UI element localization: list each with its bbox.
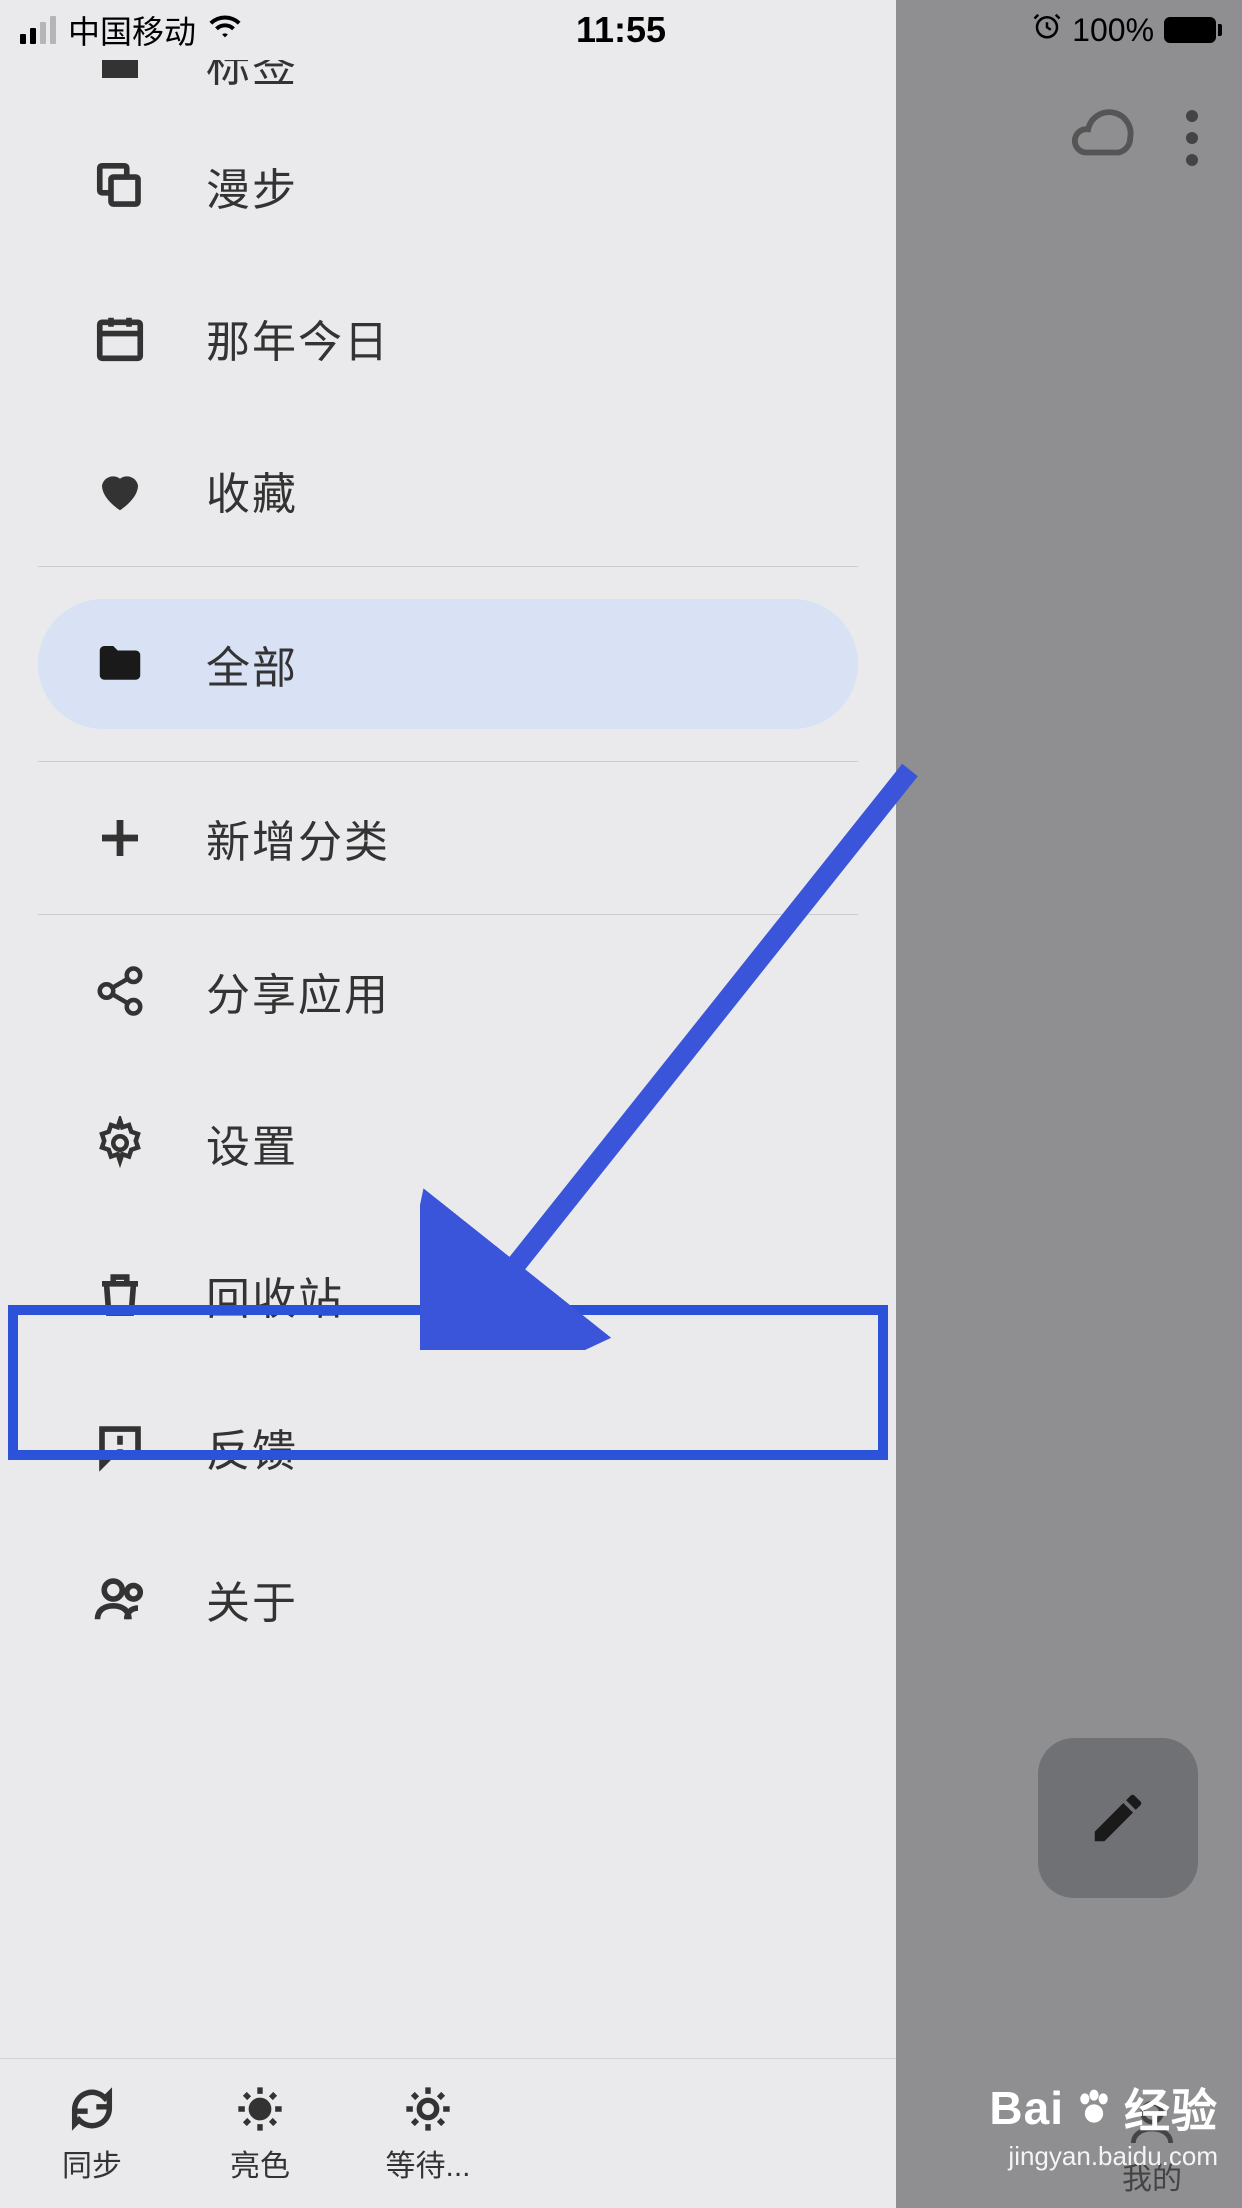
menu-label: 反馈 [206, 1415, 298, 1479]
menu-label: 新增分类 [206, 806, 390, 870]
dimmed-overlay[interactable]: 我的 [896, 0, 1242, 2208]
menu-label: 收藏 [206, 458, 298, 522]
menu-label: 那年今日 [206, 306, 390, 370]
bottom-sync[interactable]: 同步 [32, 2083, 152, 2185]
signal-icon [20, 16, 56, 44]
carrier-label: 中国移动 [68, 7, 196, 53]
menu-label: 分享应用 [206, 959, 390, 1023]
menu-item-that-year[interactable]: 那年今日 [0, 262, 896, 414]
watermark-brand: Bai [989, 2081, 1064, 2135]
alarm-icon [1032, 11, 1062, 49]
menu-item-tags[interactable]: 标签 [0, 60, 896, 110]
about-icon [90, 1569, 150, 1629]
menu-label: 回收站 [206, 1263, 344, 1327]
status-bar: 中国移动 11:55 100% [0, 0, 1242, 60]
drawer-content: 标签 漫步 那年今日 收藏 [0, 60, 896, 2058]
cloud-icon[interactable] [1066, 100, 1136, 175]
wander-icon [90, 156, 150, 216]
folder-label: 全部 [206, 632, 298, 696]
heart-icon [90, 460, 150, 520]
battery-percent: 100% [1072, 12, 1154, 49]
plus-icon [90, 808, 150, 868]
tag-icon [90, 60, 150, 90]
bottom-label: 亮色 [230, 2141, 290, 2185]
folder-section: 全部 [0, 567, 896, 761]
watermark-suffix: 经验 [1124, 2075, 1218, 2141]
drawer-bottom-bar: 同步 亮色 等待... [0, 2058, 896, 2208]
screen-root: 我的 标签 漫步 那年今日 [0, 0, 1242, 2208]
menu-item-share[interactable]: 分享应用 [0, 915, 896, 1067]
folder-all[interactable]: 全部 [38, 599, 858, 729]
menu-item-settings[interactable]: 设置 [0, 1067, 896, 1219]
watermark: Bai 经验 jingyan.baidu.com [989, 2075, 1218, 2172]
menu-item-favorites[interactable]: 收藏 [0, 414, 896, 566]
menu-item-add-category[interactable]: 新增分类 [0, 762, 896, 914]
menu-item-wander[interactable]: 漫步 [0, 110, 896, 262]
bottom-label: 同步 [62, 2141, 122, 2185]
bottom-pending[interactable]: 等待... [368, 2083, 488, 2185]
more-icon[interactable] [1186, 110, 1198, 166]
menu-item-recycle[interactable]: 回收站 [0, 1219, 896, 1371]
bottom-light[interactable]: 亮色 [200, 2083, 320, 2185]
side-drawer: 标签 漫步 那年今日 收藏 [0, 0, 896, 2208]
share-icon [90, 961, 150, 1021]
gear-icon [90, 1113, 150, 1173]
feedback-icon [90, 1417, 150, 1477]
wifi-icon [208, 9, 242, 51]
status-time: 11:55 [421, 9, 822, 51]
calendar-icon [90, 308, 150, 368]
folder-icon [90, 634, 150, 694]
trash-icon [90, 1265, 150, 1325]
menu-label: 漫步 [206, 154, 298, 218]
bg-topbar [1066, 100, 1242, 175]
menu-label: 关于 [206, 1567, 298, 1631]
bottom-label: 等待... [385, 2141, 470, 2185]
menu-label: 标签 [206, 60, 298, 94]
menu-label: 设置 [206, 1111, 298, 1175]
menu-item-about[interactable]: 关于 [0, 1523, 896, 1675]
edit-fab[interactable] [1038, 1738, 1198, 1898]
watermark-url: jingyan.baidu.com [989, 2141, 1218, 2172]
battery-icon [1164, 17, 1222, 43]
menu-item-feedback[interactable]: 反馈 [0, 1371, 896, 1523]
